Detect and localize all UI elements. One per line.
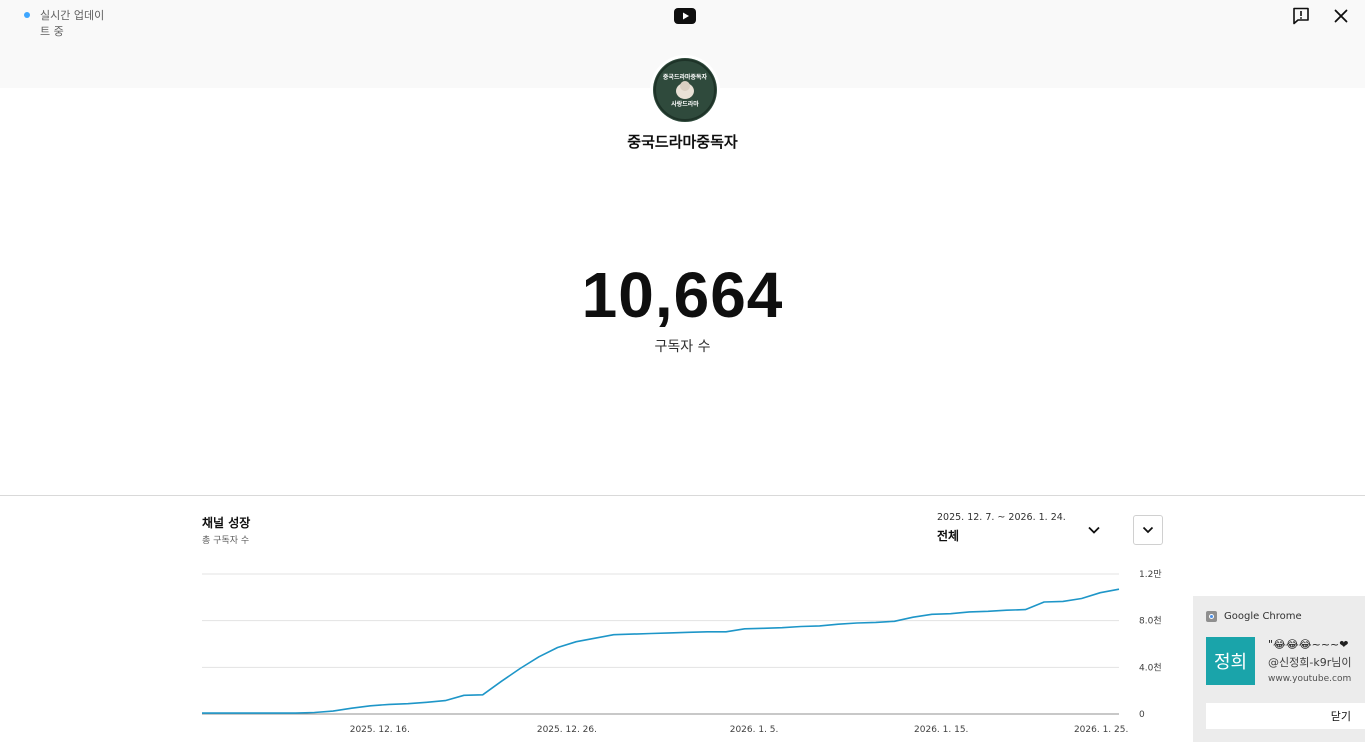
youtube-logo-icon [674,8,696,28]
avatar-text-bottom: 사랑드라마 [671,100,699,108]
notification-header: Google Chrome [1206,611,1302,622]
notification-site: www.youtube.com [1268,674,1352,684]
y-tick-label: 1.2만 [1139,569,1162,580]
y-tick-label: 4.0천 [1139,662,1162,673]
x-tick-label: 2026. 1. 25. [1074,725,1128,735]
y-tick-label: 8.0천 [1139,616,1162,627]
notification-close-button[interactable]: 닫기 [1206,703,1365,729]
date-range-value: 전체 [937,529,960,543]
avatar-text-top: 중국드라마중독자 [663,73,708,81]
notification-message: "😂😂😂~~~❤ [1268,638,1349,651]
close-icon[interactable] [1331,6,1351,30]
section-divider [0,495,1365,496]
y-tick-label: 0 [1139,710,1145,720]
x-tick-label: 2026. 1. 5. [730,725,779,735]
notification-app-name: Google Chrome [1224,611,1302,622]
live-status-text: 실시간 업데이트 중 [40,9,105,38]
subscriber-label: 구독자 수 [654,339,711,355]
growth-title: 채널 성장 [202,516,251,530]
date-range-text: 2025. 12. 7. ~ 2026. 1. 24. [937,512,1066,523]
expand-chart-button[interactable] [1133,515,1163,545]
chevron-down-icon[interactable] [1086,522,1102,542]
x-tick-label: 2025. 12. 16. [350,725,410,735]
growth-subtitle: 총 구독자 수 [202,536,250,546]
live-dot-icon [24,12,30,18]
channel-name: 중국드라마중독자 [627,133,738,151]
subscriber-growth-line [202,588,1120,714]
notification-author: @신정희-k9r님이 [1268,656,1352,669]
subscriber-count: 10,664 [581,259,784,331]
x-tick-label: 2026. 1. 15. [914,725,968,735]
chrome-icon [1206,611,1217,622]
live-status: 실시간 업데이트 중 [24,8,110,40]
x-tick-label: 2025. 12. 26. [537,725,597,735]
notification-avatar: 정희 [1206,637,1255,685]
channel-avatar: 중국드라마중독자 사랑드라마 [650,55,720,125]
chevron-down-icon [1142,526,1154,534]
growth-chart: 0 4.0천 8.0천 1.2만 2025. 12. 16. 2025. 12. 26. 2… [202,569,1162,735]
date-range-selector[interactable]: 2025. 12. 7. ~ 2026. 1. 24. 전체 [937,512,1107,544]
chrome-notification: Google Chrome 정희 "😂😂😂~~~❤ @신정희-k9r님이 www… [1193,596,1365,742]
feedback-icon[interactable] [1291,6,1311,30]
